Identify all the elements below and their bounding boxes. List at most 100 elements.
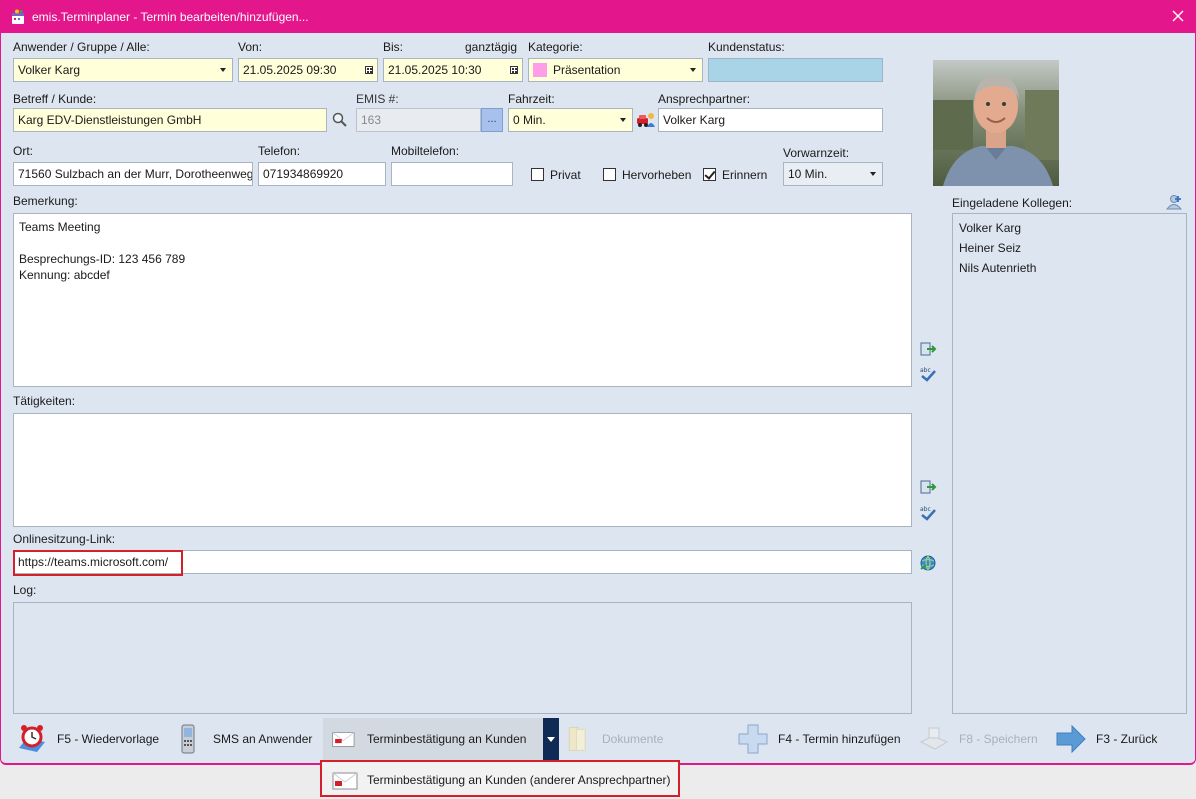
list-item[interactable]: Nils Autenrieth bbox=[959, 258, 1180, 278]
fahrzeit-label: Fahrzeit: bbox=[508, 92, 555, 106]
mobile-phone-icon bbox=[181, 724, 195, 754]
kategorie-select[interactable]: Präsentation bbox=[528, 58, 703, 82]
save-disk-icon bbox=[919, 727, 949, 750]
kundenstatus-label: Kundenstatus: bbox=[708, 40, 785, 54]
emis-number-input: 163 bbox=[356, 108, 481, 132]
chevron-down-icon bbox=[870, 172, 876, 176]
insert-text-icon[interactable] bbox=[919, 479, 937, 495]
speichern-label: F8 - Speichern bbox=[959, 732, 1038, 746]
ort-value: 71560 Sulzbach an der Murr, Dorotheenweg bbox=[18, 167, 253, 181]
hervorheben-checkbox[interactable] bbox=[603, 168, 616, 181]
wiedervorlage-button[interactable]: F5 - Wiedervorlage bbox=[15, 718, 159, 760]
emis-label: EMIS #: bbox=[356, 92, 399, 106]
bis-datetime-field[interactable]: 21.05.2025 10:30 bbox=[383, 58, 523, 82]
speichern-button: F8 - Speichern bbox=[917, 718, 1038, 760]
insert-text-icon[interactable] bbox=[919, 341, 937, 357]
chevron-down-icon bbox=[690, 68, 696, 72]
calendar-icon[interactable] bbox=[365, 66, 373, 74]
ort-label: Ort: bbox=[13, 144, 33, 158]
emis-value: 163 bbox=[361, 113, 382, 127]
envelope-icon bbox=[332, 772, 358, 790]
dialog-window: emis.Terminplaner - Termin bearbeiten/hi… bbox=[0, 0, 1196, 765]
terminbestaetigung-dropdown-menu[interactable]: Terminbestätigung an Kunden (anderer Ans… bbox=[320, 760, 680, 797]
search-icon[interactable] bbox=[331, 111, 349, 129]
privat-checkbox[interactable] bbox=[531, 168, 544, 181]
hervorheben-label[interactable]: Hervorheben bbox=[622, 168, 691, 182]
terminbestaetigung-label: Terminbestätigung an Kunden bbox=[367, 732, 527, 746]
termin-hinzufuegen-button[interactable]: F4 - Termin hinzufügen bbox=[736, 718, 901, 760]
spellcheck-icon[interactable]: abc bbox=[919, 504, 937, 522]
chevron-down-icon bbox=[620, 118, 626, 122]
title-bar: emis.Terminplaner - Termin bearbeiten/hi… bbox=[1, 1, 1195, 33]
telefon-value: 071934869920 bbox=[263, 167, 344, 181]
bis-value: 21.05.2025 10:30 bbox=[388, 63, 482, 77]
fahrzeit-value: 0 Min. bbox=[513, 113, 546, 127]
zurueck-label: F3 - Zurück bbox=[1096, 732, 1158, 746]
calendar-icon[interactable] bbox=[510, 66, 518, 74]
app-icon bbox=[12, 9, 24, 24]
menu-item-anderer-ansprechpartner[interactable]: Terminbestätigung an Kunden (anderer Ans… bbox=[367, 773, 671, 787]
privat-label[interactable]: Privat bbox=[550, 168, 581, 182]
kollegen-label: Eingeladene Kollegen: bbox=[952, 196, 1073, 210]
documents-icon bbox=[568, 727, 586, 751]
von-datetime-field[interactable]: 21.05.2025 09:30 bbox=[238, 58, 378, 82]
add-colleague-icon[interactable] bbox=[1165, 194, 1183, 210]
terminbestaetigung-button[interactable]: Terminbestätigung an Kunden bbox=[331, 718, 526, 760]
colleagues-list[interactable]: Volker Karg Heiner Seiz Nils Autenrieth bbox=[952, 213, 1187, 714]
vorwarnzeit-select[interactable]: 10 Min. bbox=[783, 162, 883, 186]
chevron-down-icon bbox=[220, 68, 226, 72]
taetigkeiten-textarea[interactable] bbox=[13, 413, 912, 527]
termin-hinzufuegen-label: F4 - Termin hinzufügen bbox=[778, 732, 901, 746]
window-title: emis.Terminplaner - Termin bearbeiten/hi… bbox=[32, 10, 309, 24]
telefon-input[interactable]: 071934869920 bbox=[258, 162, 386, 186]
fahrzeit-select[interactable]: 0 Min. bbox=[508, 108, 633, 132]
kundenstatus-field bbox=[708, 58, 883, 82]
mobiltelefon-input[interactable] bbox=[391, 162, 513, 186]
zurueck-button[interactable]: F3 - Zurück bbox=[1054, 718, 1157, 760]
log-textarea bbox=[13, 602, 912, 714]
von-value: 21.05.2025 09:30 bbox=[243, 63, 337, 77]
envelope-icon bbox=[332, 732, 355, 747]
sms-button[interactable]: SMS an Anwender bbox=[171, 718, 312, 760]
betreff-value: Karg EDV-Dienstleistungen GmbH bbox=[18, 113, 202, 127]
dokumente-label: Dokumente bbox=[602, 732, 664, 746]
bemerkung-label: Bemerkung: bbox=[13, 194, 78, 208]
erinnern-checkbox[interactable] bbox=[703, 168, 716, 181]
wiedervorlage-label: F5 - Wiedervorlage bbox=[57, 732, 160, 746]
vorwarnzeit-label: Vorwarnzeit: bbox=[783, 146, 850, 160]
ansprechpartner-input[interactable]: Volker Karg bbox=[658, 108, 883, 132]
terminbestaetigung-dropdown-arrow[interactable] bbox=[543, 718, 559, 760]
list-item[interactable]: Volker Karg bbox=[959, 218, 1180, 238]
close-icon[interactable] bbox=[1169, 7, 1187, 25]
mobiltelefon-label: Mobiltelefon: bbox=[391, 144, 460, 158]
onlinelink-highlight bbox=[13, 550, 183, 576]
car-person-icon[interactable] bbox=[636, 111, 656, 129]
anwender-select[interactable]: Volker Karg bbox=[13, 58, 233, 82]
taetigkeiten-label: Tätigkeiten: bbox=[13, 394, 76, 408]
bemerkung-textarea[interactable]: Teams Meeting Besprechungs-ID: 123 456 7… bbox=[13, 213, 912, 387]
dokumente-button: Dokumente bbox=[564, 718, 663, 760]
bis-label: Bis: bbox=[383, 40, 404, 54]
erinnern-label[interactable]: Erinnern bbox=[722, 168, 767, 182]
ort-input[interactable]: 71560 Sulzbach an der Murr, Dorotheenweg bbox=[13, 162, 253, 186]
emis-browse-button[interactable]: ... bbox=[481, 108, 503, 132]
list-item[interactable]: Heiner Seiz bbox=[959, 238, 1180, 258]
betreff-label: Betreff / Kunde: bbox=[13, 92, 97, 106]
sms-label: SMS an Anwender bbox=[213, 732, 313, 746]
ganztaegig-label[interactable]: ganztägig bbox=[465, 40, 517, 54]
svg-text:abc: abc bbox=[920, 506, 931, 513]
betreff-input[interactable]: Karg EDV-Dienstleistungen GmbH bbox=[13, 108, 327, 132]
log-label: Log: bbox=[13, 583, 37, 597]
svg-text:abc: abc bbox=[920, 367, 931, 374]
von-label: Von: bbox=[238, 40, 263, 54]
contact-photo bbox=[933, 60, 1059, 186]
onlinelink-label: Onlinesitzung-Link: bbox=[13, 532, 116, 546]
ansprechpartner-value: Volker Karg bbox=[663, 113, 726, 127]
kategorie-value: Präsentation bbox=[553, 63, 621, 77]
anwender-label: Anwender / Gruppe / Alle: bbox=[13, 40, 150, 54]
alarm-clock-icon bbox=[19, 725, 45, 752]
kategorie-label: Kategorie: bbox=[528, 40, 583, 54]
plus-icon bbox=[738, 724, 768, 754]
spellcheck-icon[interactable]: abc bbox=[919, 365, 937, 383]
globe-link-icon[interactable] bbox=[919, 554, 937, 572]
